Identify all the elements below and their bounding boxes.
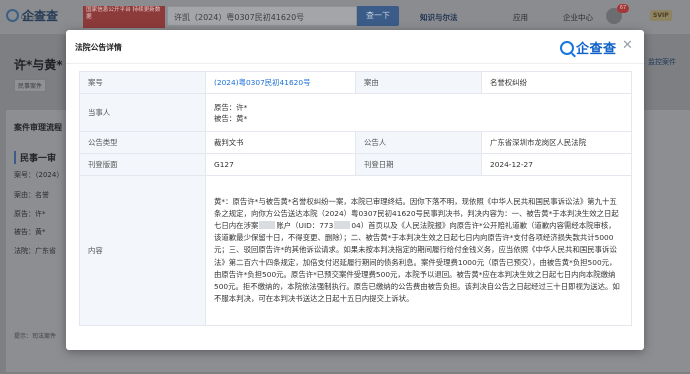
case-no-cell: (2024)粤0307民初41620号	[205, 71, 356, 94]
bg-line-case-no: 案号：（2024）	[14, 171, 64, 179]
page-label: 刊登版面	[79, 153, 206, 176]
bg-line-cause: 案由：名誉	[14, 191, 49, 199]
case-no-link[interactable]: (2024)粤0307民初41620号	[214, 78, 310, 87]
parties-label: 当事人	[79, 93, 206, 132]
bg-line-plaintiff: 原告：许*	[14, 210, 46, 218]
defendant-text: 被告：黄*	[214, 113, 248, 123]
table-row: 刊登版面 G127 刊登日期 2024-12-27	[79, 153, 632, 176]
modal-divider	[66, 63, 644, 64]
nav-user-center[interactable]: 企业中心	[563, 12, 593, 23]
redacted-mask	[334, 220, 351, 229]
date-label: 刊登日期	[355, 153, 482, 176]
cause-value: 名誉权纠纷	[481, 71, 632, 94]
bg-line-court: 法院：广东省	[14, 247, 56, 255]
content-label: 内容	[79, 175, 206, 326]
monitor-case-link[interactable]: 监控案件	[648, 57, 676, 67]
page-value: G127	[205, 153, 356, 176]
table-row: 内容 黄*：原告许*与被告黄*名誉权纠纷一案，本院已审理终结。因你下落不明，现依…	[79, 175, 632, 326]
logo-subtitle: Qcc.com	[21, 15, 43, 21]
nav-zhihu-link[interactable]: 知识与尔法	[420, 12, 458, 23]
notification-badge: 67	[617, 4, 629, 13]
case-no-label: 案号	[79, 71, 206, 94]
date-value: 2024-12-27	[481, 153, 632, 176]
nav-app-menu[interactable]: 应用	[513, 12, 528, 23]
cause-label: 案由	[355, 71, 482, 94]
announcer-value: 广东省深圳市龙岗区人民法院	[481, 131, 632, 154]
content-text-3: 04）首页以及《人民法院报》向原告许*公开赔礼道歉（道歉内容需经本院审核，该道歉…	[214, 220, 620, 304]
subsection-title: 民事一审	[14, 151, 56, 164]
modal-logo: 企查查	[560, 38, 617, 57]
parties-value: 原告：许* 被告：黄*	[205, 93, 632, 132]
table-row: 公告类型 裁判文书 公告人 广东省深圳市龙岗区人民法院	[79, 131, 632, 154]
content-value: 黄*：原告许*与被告黄*名誉权纠纷一案，本院已审理终结。因你下落不明，现依照《中…	[205, 175, 632, 326]
search-input[interactable]: 许凯（2024）粤0307民初41620号	[167, 6, 357, 26]
redacted-mask	[259, 220, 276, 229]
slogan-banner: 国家信息公开平台 持续更新数据	[83, 6, 165, 28]
case-type-tag: 民事案件	[14, 79, 47, 92]
bg-line-defendant: 被告：黄*	[14, 228, 46, 236]
search-button[interactable]: 查一下	[357, 6, 399, 26]
svip-badge[interactable]: SVIP	[650, 10, 672, 21]
modal-logo-text: 企查查	[576, 42, 617, 57]
content-text-2: 账户（UID：773	[276, 220, 334, 230]
announcer-label: 公告人	[355, 131, 482, 154]
section-title: 案件审理流程	[14, 123, 62, 132]
page-title: 许*与黄*	[14, 58, 63, 72]
footer-tip: 提示：司法案件	[14, 333, 57, 340]
modal-title: 法院公告详情	[75, 43, 122, 52]
table-row: 当事人 原告：许* 被告：黄*	[79, 93, 632, 132]
type-label: 公告类型	[79, 131, 206, 154]
qcc-logo-icon	[6, 9, 19, 22]
detail-table: 案号 (2024)粤0307民初41620号 案由 名誉权纠纷 当事人 原告：许…	[79, 71, 632, 326]
type-value: 裁判文书	[205, 131, 356, 154]
plaintiff-text: 原告：许*	[214, 102, 248, 112]
announcement-detail-modal: 法院公告详情 企查查 ✕ 案号 (2024)粤0307民初41620号 案由 名…	[66, 30, 644, 350]
top-bar: 企查查 Qcc.com 国家信息公开平台 持续更新数据 许凯（2024）粤030…	[0, 0, 690, 34]
qcc-magnifier-icon	[560, 40, 574, 55]
close-icon[interactable]: ✕	[622, 39, 633, 52]
table-row: 案号 (2024)粤0307民初41620号 案由 名誉权纠纷	[79, 71, 632, 94]
